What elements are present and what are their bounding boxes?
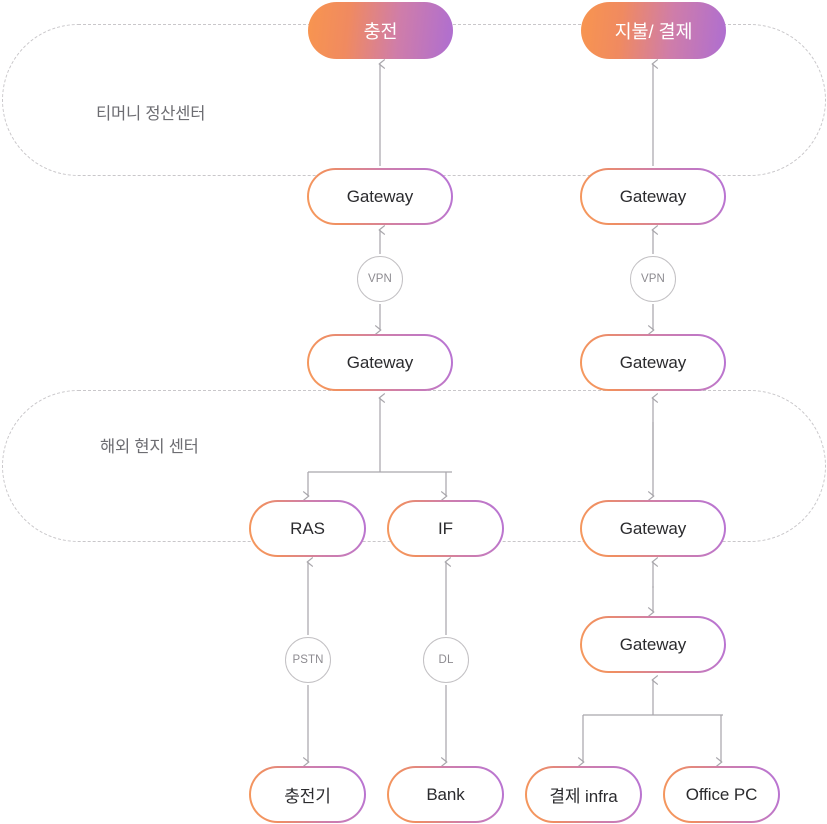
relay-dl: DL: [423, 637, 469, 683]
relay-pstn: PSTN: [285, 637, 331, 683]
node-payment[interactable]: 지불/ 결제: [581, 2, 726, 59]
edge-gw-pay-infra-branch: [577, 675, 723, 767]
node-gateway-charge-local[interactable]: Gateway: [307, 334, 453, 391]
node-office-pc[interactable]: Office PC: [663, 766, 780, 823]
zone-overseas-center-label: 해외 현지 센터: [100, 438, 199, 456]
diagram-canvas: 티머니 정산센터 해외 현지 센터 충전 지불/ 결제 Gateway Gate…: [0, 0, 827, 824]
node-charger[interactable]: 충전기: [249, 766, 366, 823]
node-bank[interactable]: Bank: [387, 766, 504, 823]
node-gateway-payment-local[interactable]: Gateway: [580, 334, 726, 391]
node-gateway-payment-infra[interactable]: Gateway: [580, 616, 726, 673]
zone-settlement-center-label: 티머니 정산센터: [96, 105, 206, 123]
node-gateway-payment-edge[interactable]: Gateway: [580, 500, 726, 557]
node-charge[interactable]: 충전: [308, 2, 453, 59]
node-if[interactable]: IF: [387, 500, 504, 557]
relay-vpn-charge: VPN: [357, 256, 403, 302]
relay-vpn-payment: VPN: [630, 256, 676, 302]
node-payment-infra[interactable]: 결제 infra: [525, 766, 642, 823]
node-gateway-charge-hq[interactable]: Gateway: [307, 168, 453, 225]
node-ras[interactable]: RAS: [249, 500, 366, 557]
node-gateway-payment-hq[interactable]: Gateway: [580, 168, 726, 225]
